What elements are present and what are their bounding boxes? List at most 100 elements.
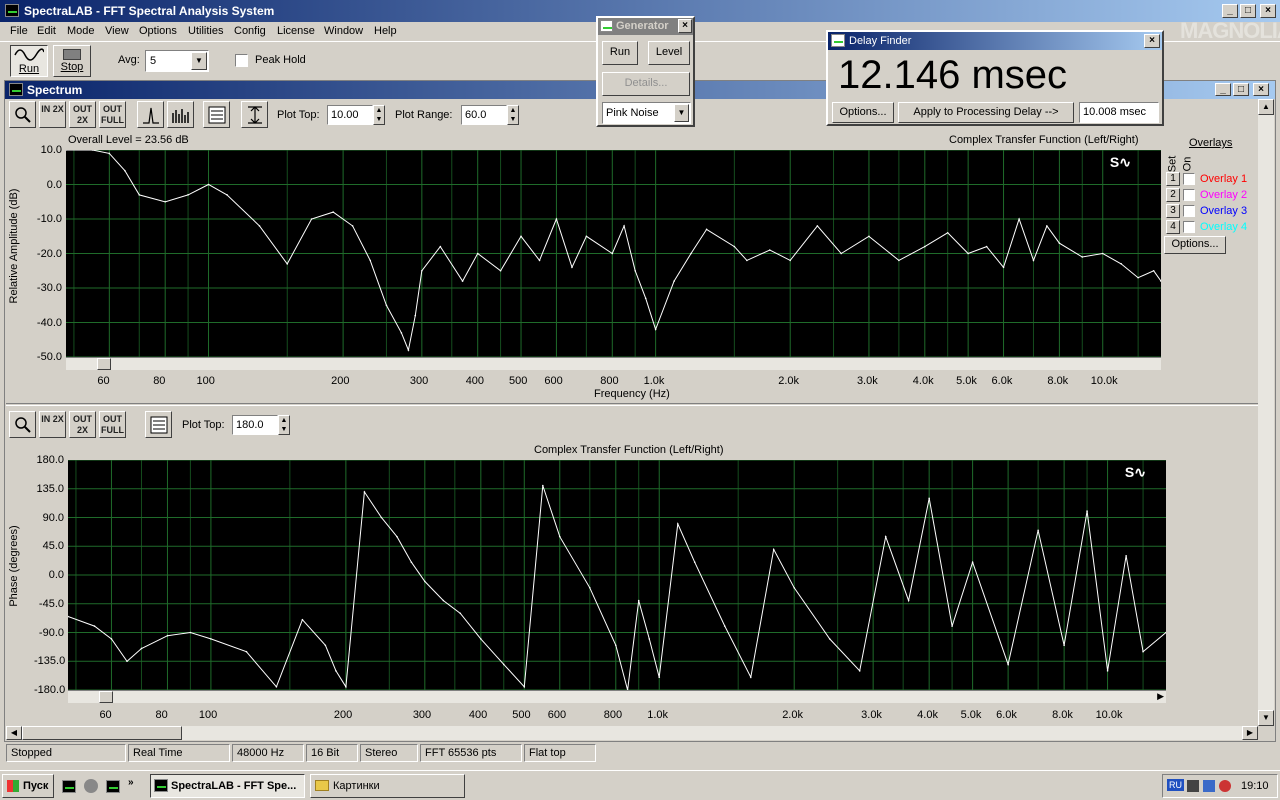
amplitude-plot[interactable]: S∿ — [66, 150, 1161, 357]
bar-plot-icon[interactable] — [167, 101, 194, 128]
peak-hold-checkbox[interactable] — [235, 54, 248, 67]
zoom-icon[interactable] — [9, 101, 36, 128]
menu-license[interactable]: License — [277, 25, 315, 37]
overlay-set-button-4[interactable]: 4 — [1166, 220, 1180, 234]
minimize-button[interactable]: _ — [1222, 4, 1238, 18]
amplitude-ytick-label: -10.0 — [36, 213, 62, 225]
horizontal-scroll-thumb[interactable] — [22, 726, 182, 740]
quicklaunch-app-icon[interactable] — [106, 780, 120, 793]
close-button[interactable]: × — [1260, 4, 1276, 18]
overlay-on-checkbox-3[interactable] — [1183, 205, 1195, 217]
maximize-button[interactable]: □ — [1240, 4, 1256, 18]
phase-plot[interactable]: S∿ — [68, 460, 1166, 690]
phase-point — [723, 625, 726, 627]
generator-close-button[interactable]: × — [678, 19, 692, 33]
overlay-set-button-2[interactable]: 2 — [1166, 188, 1180, 202]
overlay-on-checkbox-4[interactable] — [1183, 221, 1195, 233]
status-field-6: Flat top — [524, 744, 596, 762]
overlay-on-checkbox-1[interactable] — [1183, 173, 1195, 185]
settings-panel-icon[interactable] — [203, 101, 230, 128]
generator-signal-select[interactable]: Pink Noise ▼ — [602, 102, 691, 124]
overlay-set-button-3[interactable]: 3 — [1166, 204, 1180, 218]
taskbar-item-pictures[interactable]: Картинки — [310, 774, 465, 798]
generator-signal-value: Pink Noise — [606, 107, 659, 119]
generator-chevron-down-icon[interactable]: ▼ — [674, 104, 689, 122]
scroll-up-icon[interactable]: ▲ — [1258, 99, 1274, 115]
menu-mode[interactable]: Mode — [67, 25, 95, 37]
delay-options-button[interactable]: Options... — [832, 102, 894, 123]
phase-scroll-right-icon[interactable]: ▶ — [1157, 691, 1164, 702]
scroll-down-icon[interactable]: ▼ — [1258, 710, 1274, 726]
amplitude-scroll-thumb[interactable] — [97, 358, 111, 370]
spectrum-maximize-button[interactable]: □ — [1233, 83, 1249, 96]
line-plot-icon[interactable] — [137, 101, 164, 128]
menu-edit[interactable]: Edit — [37, 25, 56, 37]
scroll-right-icon[interactable]: ▶ — [1242, 726, 1258, 740]
spectrum-minimize-button[interactable]: _ — [1215, 83, 1231, 96]
zoom-out-2x-icon[interactable]: OUT 2X — [69, 101, 96, 128]
phase-zoom-out-full-icon[interactable]: OUT FULL — [99, 411, 126, 438]
vertical-scrollbar[interactable]: ▲ ▼ — [1258, 99, 1274, 726]
zoom-out-full-icon[interactable]: OUT FULL — [99, 101, 126, 128]
plot-range-spinner[interactable]: ▲ ▼ — [507, 105, 519, 125]
phase-zoom-icon[interactable] — [9, 411, 36, 438]
apply-delay-button[interactable]: Apply to Processing Delay --> — [898, 102, 1074, 123]
avg-select[interactable]: 5 ▼ — [145, 50, 209, 72]
tray-monitor-icon[interactable] — [1203, 780, 1215, 792]
quicklaunch-more-icon[interactable]: » — [128, 777, 134, 788]
spectrum-close-button[interactable]: × — [1253, 83, 1269, 96]
phase-plot-top-input[interactable]: 180.0 — [232, 415, 278, 435]
phase-scrollbar[interactable]: ▶ — [68, 690, 1166, 703]
amplitude-point — [538, 259, 541, 262]
plot-top-spinner[interactable]: ▲ ▼ — [373, 105, 385, 125]
tray-security-icon[interactable] — [1219, 780, 1231, 792]
pane-splitter[interactable] — [6, 403, 1258, 406]
processing-delay-input[interactable]: 10.008 msec — [1079, 102, 1159, 123]
phase-zoom-out-2x-icon[interactable]: OUT 2X — [69, 411, 96, 438]
overlay-on-checkbox-2[interactable] — [1183, 189, 1195, 201]
autoscale-icon[interactable] — [241, 101, 268, 128]
menu-view[interactable]: View — [105, 25, 129, 37]
quicklaunch-settings-icon[interactable] — [84, 779, 98, 793]
zoom-in-2x-icon[interactable]: IN 2X — [39, 101, 66, 128]
amplitude-scrollbar[interactable] — [66, 357, 1161, 370]
phase-zoom-in-2x-icon[interactable]: IN 2X — [39, 411, 66, 438]
delay-finder-window: Delay Finder × 12.146 msec Options... Ap… — [826, 30, 1164, 126]
stop-button[interactable]: Stop — [53, 45, 91, 77]
menu-file[interactable]: File — [10, 25, 28, 37]
menu-window[interactable]: Window — [324, 25, 363, 37]
overlay-set-button-1[interactable]: 1 — [1166, 172, 1180, 186]
menu-utilities[interactable]: Utilities — [188, 25, 223, 37]
phase-plot-top-spinner[interactable]: ▲ ▼ — [278, 415, 290, 435]
chevron-down-icon[interactable]: ▼ — [191, 52, 207, 70]
phase-sweep-icon[interactable]: S∿ — [1125, 464, 1146, 481]
amplitude-point — [1152, 269, 1155, 272]
horizontal-scrollbar[interactable]: ◀ ▶ — [6, 726, 1258, 740]
tray-network-icon[interactable] — [1187, 780, 1199, 792]
app-icon[interactable] — [5, 4, 19, 17]
generator-run-button[interactable]: Run — [602, 41, 638, 65]
amplitude-point — [108, 152, 111, 155]
generator-details-button[interactable]: Details... — [602, 72, 690, 96]
overlay-options-button[interactable]: Options... — [1164, 236, 1226, 254]
menu-options[interactable]: Options — [139, 25, 177, 37]
taskbar-item-spectralab[interactable]: SpectraLAB - FFT Spe... — [150, 774, 305, 798]
start-button[interactable]: Пуск — [2, 774, 54, 798]
amplitude-point — [690, 252, 692, 255]
plot-top-input[interactable]: 10.00 — [327, 105, 373, 125]
menu-config[interactable]: Config — [234, 25, 266, 37]
phase-settings-panel-icon[interactable] — [145, 411, 172, 438]
scroll-left-icon[interactable]: ◀ — [6, 726, 22, 740]
language-indicator[interactable]: RU — [1167, 779, 1184, 791]
amplitude-point — [400, 332, 403, 334]
plot-range-input[interactable]: 60.0 — [461, 105, 507, 125]
sweep-icon[interactable]: S∿ — [1110, 154, 1131, 171]
phase-point — [588, 586, 591, 589]
generator-level-button[interactable]: Level — [648, 41, 690, 65]
menu-help[interactable]: Help — [374, 25, 397, 37]
generator-title: Generator — [616, 20, 669, 32]
delay-finder-close-button[interactable]: × — [1144, 34, 1160, 48]
run-button[interactable]: Run — [10, 45, 48, 77]
phase-scroll-thumb[interactable] — [99, 691, 113, 703]
quicklaunch-spectralab-icon[interactable] — [62, 780, 76, 793]
